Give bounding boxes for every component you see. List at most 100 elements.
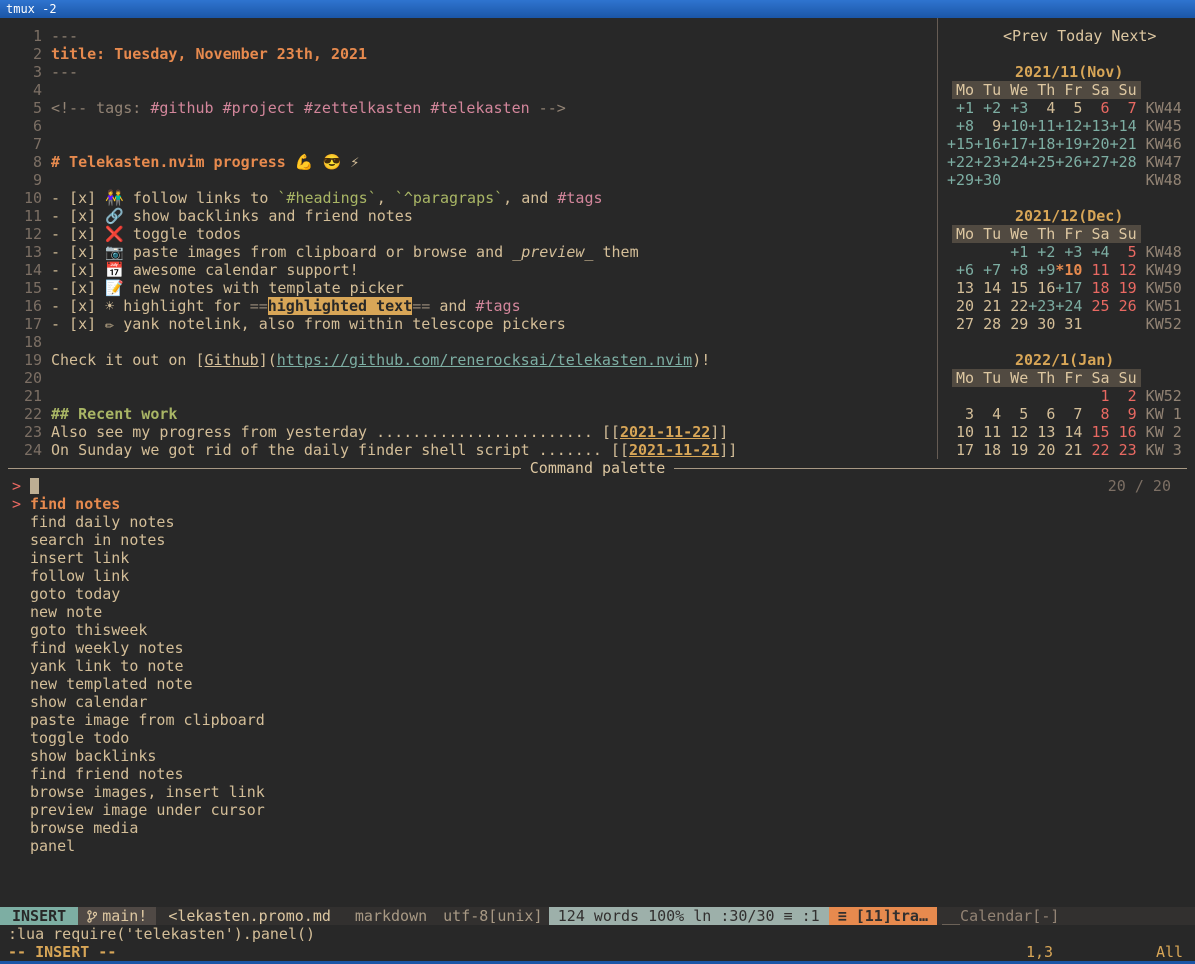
calendar-day[interactable]: +24 <box>1055 297 1082 315</box>
calendar-day[interactable]: +16 <box>974 135 1001 153</box>
calendar-day[interactable]: 20 <box>1028 441 1055 459</box>
editor-line[interactable]: 19Check it out on [Github](https://githu… <box>0 351 937 369</box>
calendar-day[interactable]: 28 <box>974 315 1001 333</box>
calendar-day[interactable]: 9 <box>974 117 1001 135</box>
editor-line[interactable]: 23Also see my progress from yesterday ..… <box>0 423 937 441</box>
palette-item[interactable]: show calendar <box>0 693 1195 711</box>
calendar-day[interactable]: 8 <box>1082 405 1109 423</box>
calendar-day[interactable]: +15 <box>947 135 974 153</box>
calendar-day[interactable]: +17 <box>1055 279 1082 297</box>
calendar-day[interactable]: +24 <box>1001 153 1028 171</box>
calendar-day[interactable]: 11 <box>974 423 1001 441</box>
calendar-day[interactable]: +11 <box>1028 117 1055 135</box>
calendar-day[interactable]: 11 <box>1082 261 1109 279</box>
calendar-day[interactable]: +12 <box>1055 117 1082 135</box>
calendar-day[interactable]: +23 <box>1028 297 1055 315</box>
palette-item[interactable]: follow link <box>0 567 1195 585</box>
palette-item[interactable]: find friend notes <box>0 765 1195 783</box>
calendar-day[interactable]: 13 <box>1028 423 1055 441</box>
editor-pane[interactable]: 1---2title: Tuesday, November 23th, 2021… <box>0 18 937 459</box>
editor-line[interactable]: 22## Recent work <box>0 405 937 423</box>
editor-line[interactable]: 8# Telekasten.nvim progress 💪 😎 ⚡ <box>0 153 937 171</box>
editor-line[interactable]: 20 <box>0 369 937 387</box>
editor-line[interactable]: 21 <box>0 387 937 405</box>
calendar-day[interactable]: 1 <box>1082 387 1109 405</box>
calendar-day[interactable]: +25 <box>1028 153 1055 171</box>
calendar-day[interactable]: +2 <box>974 99 1001 117</box>
editor-line[interactable]: 2title: Tuesday, November 23th, 2021 <box>0 45 937 63</box>
palette-item[interactable]: insert link <box>0 549 1195 567</box>
editor-line[interactable]: 17- [x] ✏ yank notelink, also from withi… <box>0 315 937 333</box>
calendar-day[interactable]: 16 <box>1028 279 1055 297</box>
calendar-day[interactable]: +26 <box>1055 153 1082 171</box>
calendar-day[interactable]: 18 <box>1082 279 1109 297</box>
calendar-day[interactable]: +1 <box>947 99 974 117</box>
editor-line[interactable]: 3--- <box>0 63 937 81</box>
calendar-day[interactable]: 19 <box>1110 279 1137 297</box>
calendar-day[interactable]: +1 <box>1001 243 1028 261</box>
calendar-day[interactable]: 29 <box>1001 315 1028 333</box>
calendar-day[interactable]: 10 <box>947 423 974 441</box>
editor-line[interactable]: 4 <box>0 81 937 99</box>
calendar-day[interactable]: 15 <box>1082 423 1109 441</box>
calendar-day[interactable]: 15 <box>1001 279 1028 297</box>
palette-item[interactable]: preview image under cursor <box>0 801 1195 819</box>
calendar-day[interactable]: +9 <box>1028 261 1055 279</box>
calendar-day[interactable]: +8 <box>947 117 974 135</box>
calendar-day[interactable]: 27 <box>947 315 974 333</box>
calendar-day[interactable]: 4 <box>974 405 1001 423</box>
calendar-day[interactable]: 22 <box>1001 297 1028 315</box>
calendar-day[interactable]: +29 <box>947 171 974 189</box>
calendar-day[interactable]: 6 <box>1028 405 1055 423</box>
editor-line[interactable]: 15- [x] 📝 new notes with template picker <box>0 279 937 297</box>
calendar-day[interactable]: +19 <box>1055 135 1082 153</box>
calendar-day[interactable]: 25 <box>1082 297 1109 315</box>
palette-item[interactable]: find weekly notes <box>0 639 1195 657</box>
calendar-day[interactable]: 14 <box>974 279 1001 297</box>
palette-item[interactable]: paste image from clipboard <box>0 711 1195 729</box>
calendar-day[interactable]: 12 <box>1110 261 1137 279</box>
calendar-day[interactable]: 5 <box>1110 243 1137 261</box>
palette-item[interactable]: browse media <box>0 819 1195 837</box>
calendar-day[interactable]: 17 <box>947 441 974 459</box>
calendar-day[interactable]: +3 <box>1055 243 1082 261</box>
calendar-day[interactable]: +23 <box>974 153 1001 171</box>
calendar-day[interactable]: 31 <box>1055 315 1082 333</box>
calendar-day[interactable]: 9 <box>1110 405 1137 423</box>
calendar-day[interactable]: 2 <box>1110 387 1137 405</box>
calendar-next-button[interactable]: Next> <box>1111 27 1156 45</box>
calendar-day[interactable]: +20 <box>1082 135 1109 153</box>
calendar-day[interactable]: +13 <box>1082 117 1109 135</box>
palette-item[interactable]: yank link to note <box>0 657 1195 675</box>
palette-item[interactable]: goto thisweek <box>0 621 1195 639</box>
calendar-day[interactable]: +21 <box>1110 135 1137 153</box>
calendar-day[interactable]: 26 <box>1110 297 1137 315</box>
calendar-day[interactable]: 6 <box>1082 99 1109 117</box>
calendar-day[interactable]: 23 <box>1110 441 1137 459</box>
editor-line[interactable]: 12- [x] ❌ toggle todos <box>0 225 937 243</box>
calendar-day[interactable]: +4 <box>1082 243 1109 261</box>
palette-item[interactable]: search in notes <box>0 531 1195 549</box>
editor-line[interactable]: 5<!-- tags: #github #project #zettelkast… <box>0 99 937 117</box>
calendar-day[interactable]: 20 <box>947 297 974 315</box>
calendar-day[interactable]: 21 <box>1055 441 1082 459</box>
editor-line[interactable]: 11- [x] 🔗 show backlinks and friend note… <box>0 207 937 225</box>
palette-item[interactable]: find daily notes <box>0 513 1195 531</box>
calendar-day[interactable]: +7 <box>974 261 1001 279</box>
editor-line[interactable]: 16- [x] ☀ highlight for ==highlighted te… <box>0 297 937 315</box>
calendar-day[interactable]: 22 <box>1082 441 1109 459</box>
editor-line[interactable]: 14- [x] 📅 awesome calendar support! <box>0 261 937 279</box>
calendar-day[interactable]: 3 <box>947 405 974 423</box>
calendar-day[interactable]: +17 <box>1001 135 1028 153</box>
calendar-day[interactable]: 21 <box>974 297 1001 315</box>
calendar-day[interactable]: +10 <box>1001 117 1028 135</box>
palette-item[interactable]: panel <box>0 837 1195 855</box>
palette-item[interactable]: toggle todo <box>0 729 1195 747</box>
calendar-day[interactable]: 7 <box>1055 405 1082 423</box>
calendar-day[interactable]: 5 <box>1001 405 1028 423</box>
calendar-day[interactable]: *10 <box>1055 261 1082 279</box>
palette-item[interactable]: show backlinks <box>0 747 1195 765</box>
calendar-prev-button[interactable]: <Prev <box>1003 27 1048 45</box>
editor-line[interactable]: 7 <box>0 135 937 153</box>
calendar-day[interactable]: 13 <box>947 279 974 297</box>
